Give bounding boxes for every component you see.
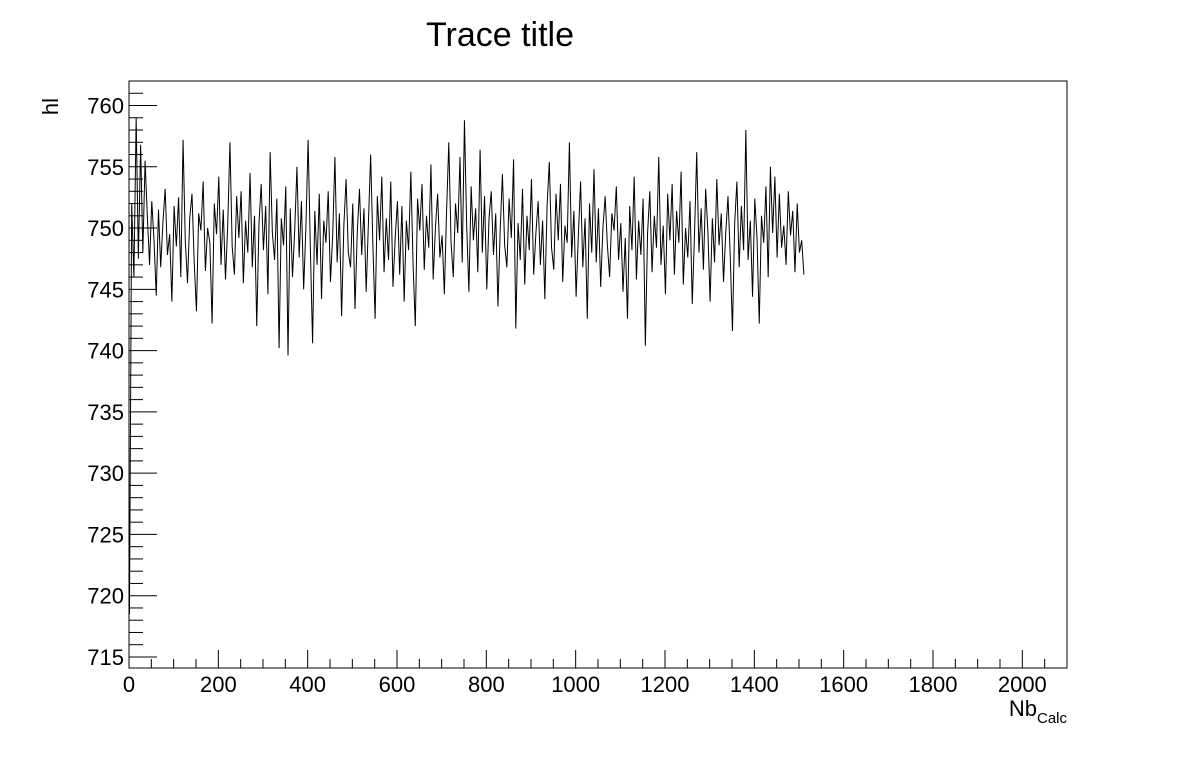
- x-tick-label: 200: [200, 672, 237, 697]
- y-tick-label: 730: [87, 461, 124, 486]
- trace-chart: Trace title 0 200 400 600 800 1000 1200 1400 160…: [38, 16, 1068, 727]
- x-tick-label: 800: [468, 672, 505, 697]
- y-tick-label: 755: [87, 155, 124, 180]
- x-tick-label: 1600: [819, 672, 868, 697]
- y-tick-label: 720: [87, 584, 124, 609]
- y-tick-label: 725: [87, 522, 124, 547]
- x-tick-label: 1000: [551, 672, 600, 697]
- y-tick-label: 750: [87, 216, 124, 241]
- x-tick-label: 400: [289, 672, 326, 697]
- x-tick-label: 1800: [909, 672, 958, 697]
- x-axis-title: NbCalc: [1009, 696, 1068, 727]
- x-tick-label: 600: [379, 672, 416, 697]
- chart-title: Trace title: [426, 16, 574, 54]
- y-tick-label: 735: [87, 400, 124, 425]
- x-tick-label: 0: [123, 672, 135, 697]
- series-line-hl-trace: [128, 117, 805, 615]
- x-tick-label: 1400: [730, 672, 779, 697]
- y-tick-label: 745: [87, 277, 124, 302]
- y-axis: 715 720 725 730 735 740 745 750 755 760: [87, 80, 157, 670]
- x-axis-title-subscript: Calc: [1037, 710, 1068, 727]
- x-tick-label: 1200: [641, 672, 690, 697]
- x-tick-label: 2000: [998, 672, 1047, 697]
- y-tick-label: 740: [87, 339, 124, 364]
- x-axis: 0 200 400 600 800 1000 1200 1400 1600 1800 2000: [123, 650, 1068, 697]
- x-axis-title-main: Nb: [1009, 696, 1037, 721]
- y-tick-label: 715: [87, 645, 124, 670]
- y-tick-label: 760: [87, 94, 124, 119]
- y-axis-title: hl: [38, 98, 63, 115]
